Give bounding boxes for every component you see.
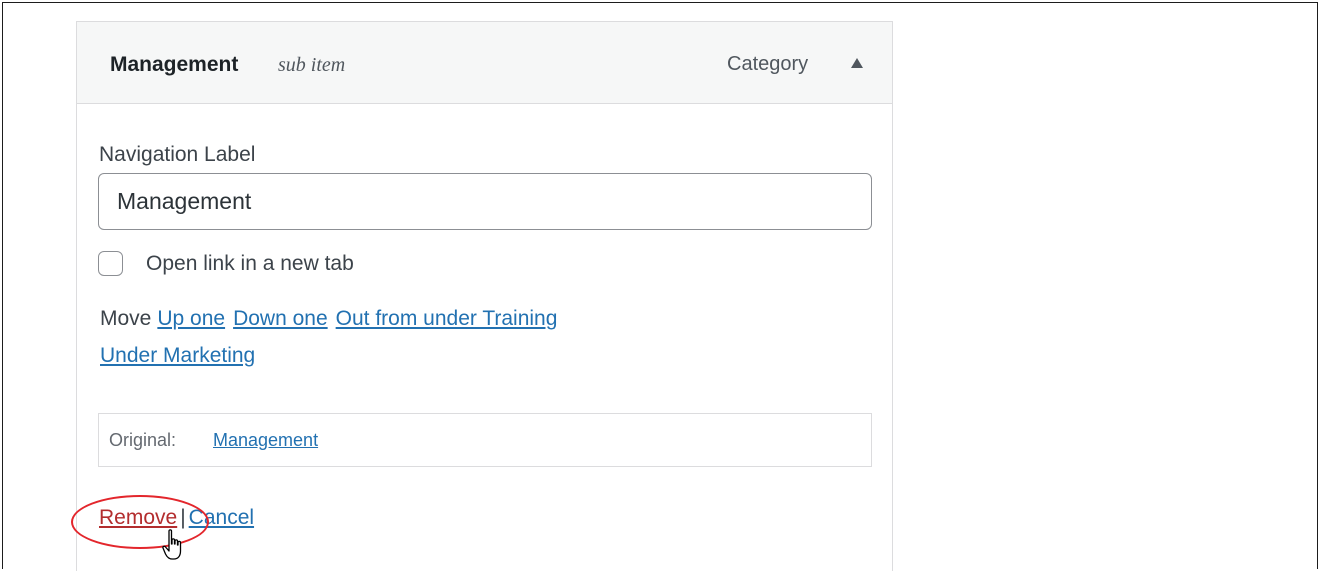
move-up-one-link[interactable]: Up one bbox=[157, 307, 225, 330]
move-out-from-under-link[interactable]: Out from under Training bbox=[336, 307, 558, 330]
menu-item-subtitle: sub item bbox=[278, 54, 346, 76]
original-item-box: Original: Management bbox=[98, 413, 872, 467]
original-link[interactable]: Management bbox=[213, 430, 318, 451]
menu-item-type: Category bbox=[727, 53, 809, 75]
move-under-marketing-link[interactable]: Under Marketing bbox=[100, 344, 255, 367]
remove-link[interactable]: Remove bbox=[99, 506, 177, 529]
move-links-row-2: Under Marketing bbox=[100, 344, 255, 368]
cancel-link[interactable]: Cancel bbox=[189, 506, 254, 529]
navigation-label-input[interactable] bbox=[98, 173, 872, 230]
move-links-row: Move Up one Down one Out from under Trainin… bbox=[100, 307, 565, 331]
item-actions: Remove | Cancel bbox=[99, 506, 254, 530]
original-label: Original: bbox=[109, 430, 177, 450]
arrow-up-icon[interactable] bbox=[851, 58, 863, 68]
open-new-tab-label[interactable]: Open link in a new tab bbox=[146, 252, 354, 276]
navigation-label-label: Navigation Label bbox=[99, 143, 256, 166]
move-label: Move bbox=[100, 307, 152, 330]
action-separator: | bbox=[180, 506, 186, 529]
menu-item-header[interactable]: Management sub item Category bbox=[77, 22, 892, 104]
move-down-one-link[interactable]: Down one bbox=[233, 307, 328, 330]
menu-item-title: Management bbox=[110, 53, 239, 76]
open-new-tab-checkbox[interactable] bbox=[98, 251, 123, 276]
menu-item-panel: Management sub item Category Navigation … bbox=[76, 21, 893, 571]
